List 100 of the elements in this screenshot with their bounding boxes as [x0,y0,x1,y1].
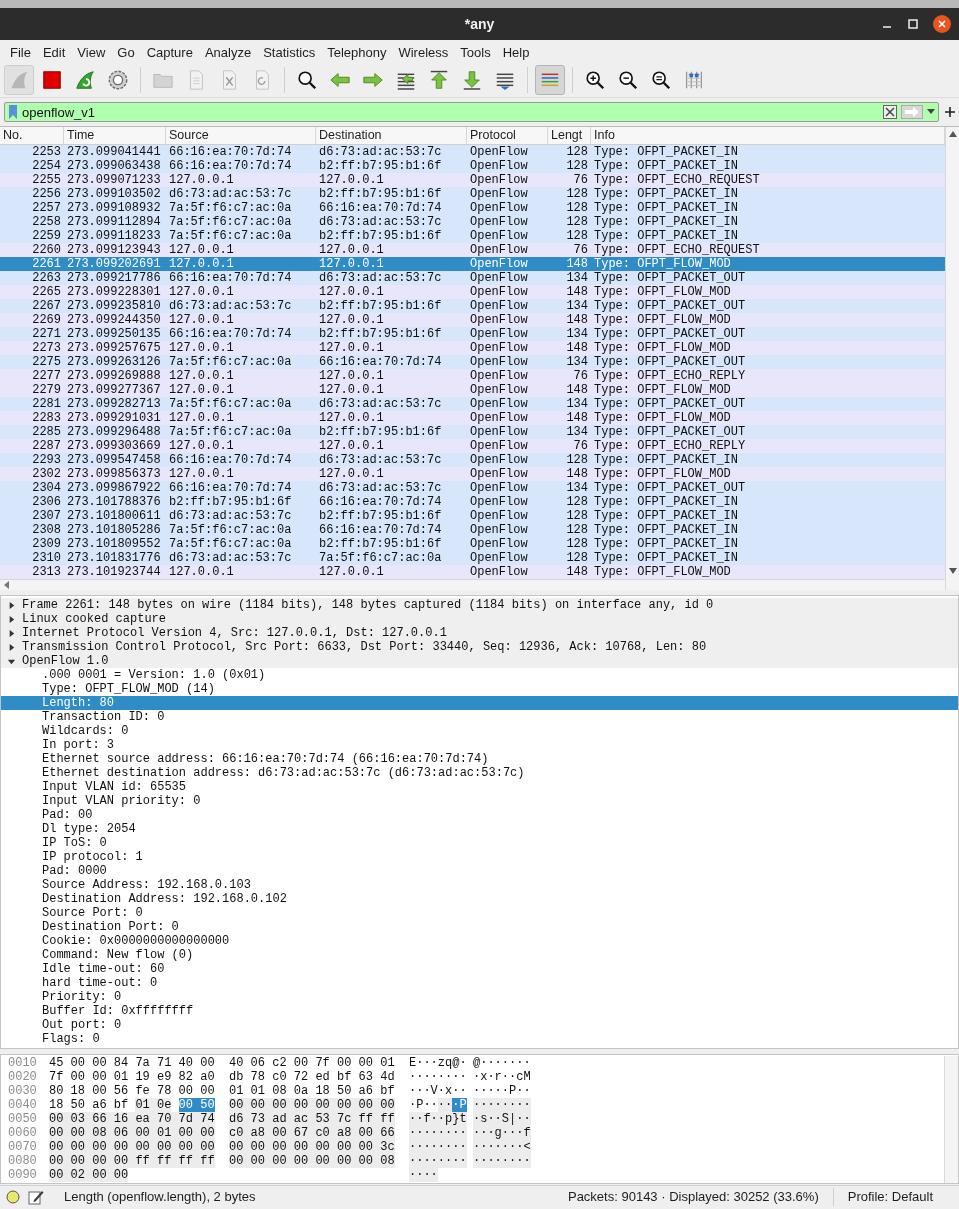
status-indicator-icon[interactable] [6,1189,20,1204]
scrollbar[interactable] [945,127,959,590]
scroll-down-icon[interactable] [948,568,957,574]
packet-row[interactable]: 2287 273.099303669 127.0.0.1 127.0.0.1 OpenFlow 76 Type: OFPT_ECHO_REPLY [0,439,945,453]
tree-row[interactable]: Buffer Id: 0xffffffff [1,1004,958,1018]
menu-item[interactable]: Statistics [257,44,322,60]
packet-row[interactable]: 2273 273.099257675 127.0.0.1 127.0.0.1 OpenFlow 148 Type: OFPT_FLOW_MOD [0,341,945,355]
tree-row[interactable]: Destination Port: 0 [1,920,958,934]
tree-row[interactable]: Transmission Control Protocol, Src Port: 6633, Dst Port: 33440, Seq: 12936, Ack: 10768, Len: 80 [1,640,958,654]
tree-row[interactable]: Input VLAN priority: 0 [1,794,958,808]
tree-row[interactable]: Destination Address: 192.168.0.102 [1,892,958,906]
packet-row[interactable]: 2308 273.101805286 7a:5f:f6:c7:ac:0a 66:16:ea:70:7d:74 OpenFlow 128 Type: OFPT_PACKET_IN [0,523,945,537]
caret-icon[interactable] [7,600,16,610]
packet-row[interactable]: 2279 273.099277367 127.0.0.1 127.0.0.1 OpenFlow 148 Type: OFPT_FLOW_MOD [0,383,945,397]
tree-row[interactable]: Linux cooked capture [1,612,958,626]
packet-row[interactable]: 2302 273.099856373 127.0.0.1 127.0.0.1 OpenFlow 148 Type: OFPT_FLOW_MOD [0,467,945,481]
packet-row[interactable]: 2256 273.099103502 d6:73:ad:ac:53:7c b2:ff:b7:95:b1:6f OpenFlow 128 Type: OFPT_PACKET_IN [0,187,945,201]
maximize-icon[interactable] [907,18,919,30]
column-header[interactable]: Time [64,127,166,144]
packet-row[interactable]: 2261 273.099202691 127.0.0.1 127.0.0.1 OpenFlow 148 Type: OFPT_FLOW_MOD [0,257,945,271]
plus-icon[interactable] [945,107,955,117]
tree-row[interactable]: In port: 3 [1,738,958,752]
packet-row[interactable]: 2307 273.101800611 d6:73:ad:ac:53:7c b2:ff:b7:95:b1:6f OpenFlow 128 Type: OFPT_PACKET_IN [0,509,945,523]
display-filter-field[interactable]: openflow_v1 [4,102,939,122]
packet-row[interactable]: 2258 273.099112894 7a:5f:f6:c7:ac:0a d6:73:ad:ac:53:7c OpenFlow 128 Type: OFPT_PACKET_IN [0,215,945,229]
column-header[interactable]: Destination [316,127,467,144]
tree-row[interactable]: Command: New flow (0) [1,948,958,962]
menu-item[interactable]: Wireless [392,44,455,60]
scroll-up-icon[interactable] [948,131,957,137]
tree-row[interactable]: Length: 80 [1,696,958,710]
tree-row[interactable]: Ethernet destination address: d6:73:ad:ac:53:7c (d6:73:ad:ac:53:7c) [1,766,958,780]
display-filter-input[interactable]: openflow_v1 [22,104,879,120]
packet-row[interactable]: 2263 273.099217786 66:16:ea:70:7d:74 d6:73:ad:ac:53:7c OpenFlow 134 Type: OFPT_PACKET_OUT [0,271,945,285]
packet-row[interactable]: 2257 273.099108932 7a:5f:f6:c7:ac:0a 66:16:ea:70:7d:74 OpenFlow 128 Type: OFPT_PACKET_IN [0,201,945,215]
dropdown-caret-icon[interactable] [927,109,935,115]
menu-item[interactable]: Capture [140,44,199,60]
column-header[interactable]: Protocol [467,127,548,144]
tree-row[interactable]: Internet Protocol Version 4, Src: 127.0.0.1, Dst: 127.0.0.1 [1,626,958,640]
packet-row[interactable]: 2283 273.099291031 127.0.0.1 127.0.0.1 OpenFlow 148 Type: OFPT_FLOW_MOD [0,411,945,425]
tree-row[interactable]: Dl type: 2054 [1,822,958,836]
packet-row[interactable]: 2260 273.099123943 127.0.0.1 127.0.0.1 OpenFlow 76 Type: OFPT_ECHO_REQUEST [0,243,945,257]
packet-row[interactable]: 2304 273.099867922 66:16:ea:70:7d:74 d6:73:ad:ac:53:7c OpenFlow 134 Type: OFPT_PACKET_OUT [0,481,945,495]
tree-row[interactable]: Out port: 0 [1,1018,958,1032]
tree-row[interactable]: OpenFlow 1.0 [1,654,958,668]
clear-icon[interactable] [883,105,897,119]
packet-row[interactable]: 2293 273.099547458 66:16:ea:70:7d:74 d6:73:ad:ac:53:7c OpenFlow 128 Type: OFPT_PACKET_IN [0,453,945,467]
packet-row[interactable]: 2277 273.099269888 127.0.0.1 127.0.0.1 OpenFlow 76 Type: OFPT_ECHO_REPLY [0,369,945,383]
close-button[interactable] [933,15,951,33]
tree-row[interactable]: Frame 2261: 148 bytes on wire (1184 bits), 148 bytes captured (1184 bits) on interface any, id 0 [1,598,958,612]
tree-row[interactable]: Flags: 0 [1,1032,958,1046]
packet-row[interactable]: 2253 273.099041441 66:16:ea:70:7d:74 d6:73:ad:ac:53:7c OpenFlow 128 Type: OFPT_PACKET_IN [0,145,945,159]
packet-row[interactable]: 2254 273.099063438 66:16:ea:70:7d:74 b2:ff:b7:95:b1:6f OpenFlow 128 Type: OFPT_PACKET_IN [0,159,945,173]
packet-row[interactable]: 2281 273.099282713 7a:5f:f6:c7:ac:0a d6:73:ad:ac:53:7c OpenFlow 134 Type: OFPT_PACKET_OUT [0,397,945,411]
tree-row[interactable]: hard time-out: 0 [1,976,958,990]
scrollbar[interactable] [0,579,945,590]
packet-row[interactable]: 2306 273.101788376 b2:ff:b7:95:b1:6f 66:16:ea:70:7d:74 OpenFlow 128 Type: OFPT_PACKET_IN [0,495,945,509]
profile-label[interactable]: Profile: Default [847,1189,933,1204]
tree-row[interactable]: Cookie: 0x0000000000000000 [1,934,958,948]
menu-item[interactable]: Help [496,44,536,60]
tree-row[interactable]: Source Address: 192.168.0.103 [1,878,958,892]
menu-item[interactable]: View [71,44,112,60]
bookmark-icon[interactable] [8,105,18,119]
packet-row[interactable]: 2259 273.099118233 7a:5f:f6:c7:ac:0a b2:ff:b7:95:b1:6f OpenFlow 128 Type: OFPT_PACKET_IN [0,229,945,243]
edit-comment-icon[interactable] [28,1188,44,1205]
tree-row[interactable]: Transaction ID: 0 [1,710,958,724]
packet-row[interactable]: 2267 273.099235810 d6:73:ad:ac:53:7c b2:ff:b7:95:b1:6f OpenFlow 134 Type: OFPT_PACKET_OUT [0,299,945,313]
caret-icon[interactable] [7,642,16,652]
tree-row[interactable]: Priority: 0 [1,990,958,1004]
caret-icon[interactable] [7,614,16,624]
tree-row[interactable]: Idle time-out: 60 [1,962,958,976]
tree-row[interactable]: Source Port: 0 [1,906,958,920]
menu-item[interactable]: File [4,44,37,60]
tree-row[interactable]: .000 0001 = Version: 1.0 (0x01) [1,668,958,682]
packet-row[interactable]: 2271 273.099250135 66:16:ea:70:7d:74 b2:ff:b7:95:b1:6f OpenFlow 134 Type: OFPT_PACKET_OUT [0,327,945,341]
packet-row[interactable]: 2265 273.099228301 127.0.0.1 127.0.0.1 OpenFlow 148 Type: OFPT_FLOW_MOD [0,285,945,299]
tree-row[interactable]: Type: OFPT_FLOW_MOD (14) [1,682,958,696]
menu-item[interactable]: Go [111,44,141,60]
menu-item[interactable]: Tools [454,44,497,60]
column-header[interactable]: Source [166,127,316,144]
packet-row[interactable]: 2310 273.101831776 d6:73:ad:ac:53:7c 7a:5f:f6:c7:ac:0a OpenFlow 128 Type: OFPT_PACKET_IN [0,551,945,565]
caret-icon[interactable] [7,628,16,638]
menu-item[interactable]: Edit [36,44,72,60]
tree-row[interactable]: Pad: 00 [1,808,958,822]
tree-row[interactable]: IP protocol: 1 [1,850,958,864]
menu-item[interactable]: Analyze [198,44,258,60]
tree-row[interactable]: Pad: 0000 [1,864,958,878]
column-header[interactable]: No. [0,127,64,144]
column-header[interactable]: Lengt [548,127,591,144]
packet-row[interactable]: 2275 273.099263126 7a:5f:f6:c7:ac:0a 66:16:ea:70:7d:74 OpenFlow 134 Type: OFPT_PACKET_OUT [0,355,945,369]
packet-row[interactable]: 2255 273.099071233 127.0.0.1 127.0.0.1 OpenFlow 76 Type: OFPT_ECHO_REQUEST [0,173,945,187]
menu-item[interactable]: Telephony [321,44,393,60]
packet-row[interactable]: 2313 273.101923744 127.0.0.1 127.0.0.1 OpenFlow 148 Type: OFPT_FLOW_MOD [0,565,945,579]
tree-row[interactable]: IP ToS: 0 [1,836,958,850]
packet-row[interactable]: 2309 273.101809552 7a:5f:f6:c7:ac:0a b2:ff:b7:95:b1:6f OpenFlow 128 Type: OFPT_PACKET_IN [0,537,945,551]
scrollbar[interactable] [944,1056,958,1183]
tree-row[interactable]: Ethernet source address: 66:16:ea:70:7d:74 (66:16:ea:70:7d:74) [1,752,958,766]
packet-row[interactable]: 2285 273.099296488 7a:5f:f6:c7:ac:0a b2:ff:b7:95:b1:6f OpenFlow 134 Type: OFPT_PACKET_OUT [0,425,945,439]
tree-row[interactable]: Input VLAN id: 65535 [1,780,958,794]
packet-row[interactable]: 2269 273.099244350 127.0.0.1 127.0.0.1 OpenFlow 148 Type: OFPT_FLOW_MOD [0,313,945,327]
tree-row[interactable]: Wildcards: 0 [1,724,958,738]
